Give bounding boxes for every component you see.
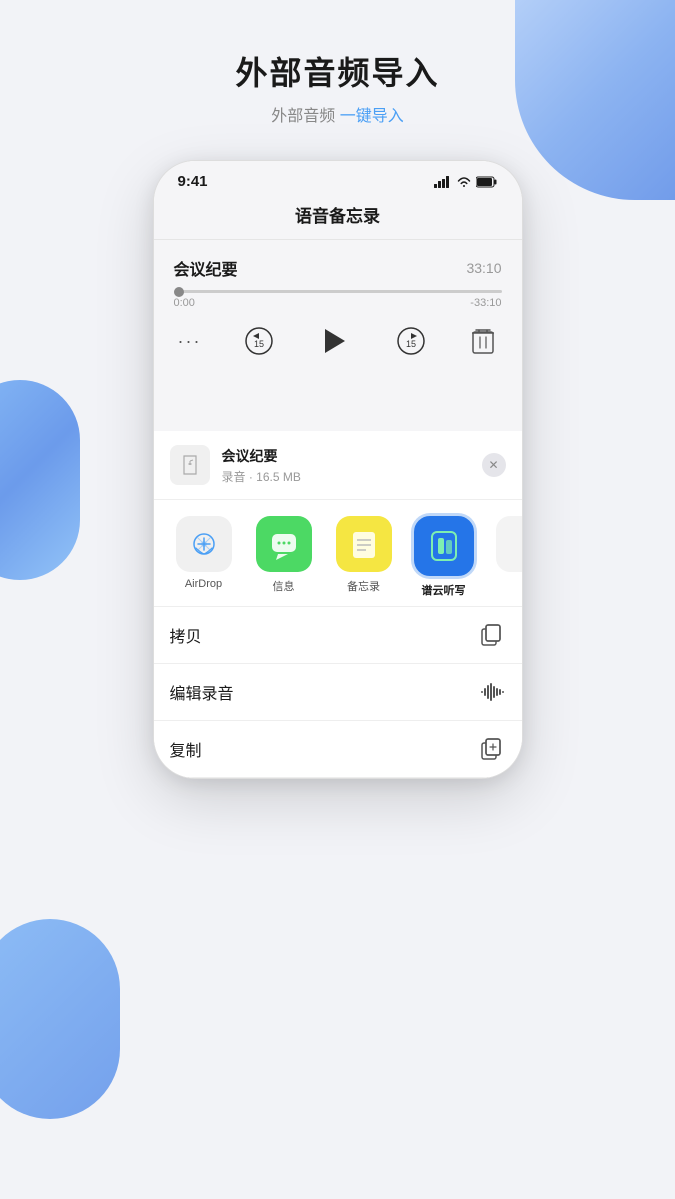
app-title: 语音备忘录 [154, 194, 522, 240]
rewind-icon: 15 [243, 325, 275, 357]
audio-file-icon [180, 454, 200, 476]
file-icon [170, 445, 210, 485]
recording-title-row: 会议纪要 33:10 [174, 256, 502, 280]
copy-icon [478, 621, 506, 649]
more-options-button[interactable]: ··· [178, 331, 202, 352]
status-icons [434, 176, 498, 188]
svg-text:15: 15 [406, 339, 416, 349]
file-meta: 录音 · 16.5 MB [222, 468, 482, 485]
waveform-icon [478, 678, 506, 706]
airdrop-icon [176, 516, 232, 572]
action-duplicate[interactable]: 复制 [154, 721, 522, 778]
wifi-icon [456, 176, 472, 188]
battery-icon [476, 176, 498, 188]
progress-labels: 0:00 -33:10 [174, 297, 502, 309]
status-bar: 9:41 [154, 161, 522, 194]
progress-container[interactable]: 0:00 -33:10 [174, 290, 502, 309]
play-button[interactable] [317, 323, 353, 359]
share-app-dictation[interactable]: 谱云听写 [404, 516, 484, 598]
progress-thumb [174, 287, 184, 297]
notes-icon [336, 516, 392, 572]
copy-svg [481, 624, 503, 646]
play-icon [323, 327, 347, 355]
more-app-icon [496, 516, 522, 572]
recording-title: 会议纪要 [174, 256, 238, 280]
duplicate-label: 复制 [170, 737, 202, 761]
page-header: 外部音频导入 外部音频 一键导入 [0, 0, 675, 146]
progress-start: 0:00 [174, 297, 195, 309]
recording-duration: 33:10 [466, 260, 501, 276]
progress-end: -33:10 [470, 297, 501, 309]
progress-track[interactable] [174, 290, 502, 293]
delete-button[interactable] [469, 327, 497, 355]
file-name: 会议纪要 [222, 446, 482, 466]
blob-left-mid [0, 380, 80, 580]
notes-label: 备忘录 [347, 578, 380, 594]
action-copy[interactable]: 拷贝 [154, 607, 522, 664]
forward-icon: 15 [395, 325, 427, 357]
messages-label: 信息 [273, 578, 295, 594]
page-title: 外部音频导入 [0, 48, 675, 94]
forward-button[interactable]: 15 [393, 323, 429, 359]
blob-bottom-left [0, 919, 120, 1119]
recording-controls: ··· 15 [174, 323, 502, 359]
share-sheet: 会议纪要 录音 · 16.5 MB ✕ [154, 431, 522, 778]
page-subtitle: 外部音频 一键导入 [0, 102, 675, 126]
phone-mockup: 9:41 [153, 160, 523, 779]
dictation-label: 谱云听写 [422, 582, 466, 598]
share-app-messages[interactable]: 信息 [244, 516, 324, 598]
signal-icon [434, 176, 452, 188]
close-button[interactable]: ✕ [482, 453, 506, 477]
recording-card: 会议纪要 33:10 0:00 -33:10 ··· [154, 240, 522, 371]
share-app-airdrop[interactable]: AirDrop [164, 516, 244, 598]
share-app-notes[interactable]: 备忘录 [324, 516, 404, 598]
notes-symbol [348, 528, 380, 560]
status-time: 9:41 [178, 173, 208, 190]
trash-icon [472, 328, 494, 354]
airdrop-symbol [188, 528, 220, 560]
share-apps-row: AirDrop 信息 [154, 500, 522, 607]
messages-icon [256, 516, 312, 572]
file-info-row: 会议纪要 录音 · 16.5 MB ✕ [154, 431, 522, 500]
waveform-svg [480, 681, 504, 703]
duplicate-icon [478, 735, 506, 763]
copy-label: 拷贝 [170, 623, 202, 647]
messages-symbol [268, 528, 300, 560]
file-info-text: 会议纪要 录音 · 16.5 MB [222, 446, 482, 485]
action-edit[interactable]: 编辑录音 [154, 664, 522, 721]
airdrop-label: AirDrop [185, 578, 222, 590]
dictation-symbol [426, 528, 462, 564]
rewind-button[interactable]: 15 [241, 323, 277, 359]
subtitle-prefix: 外部音频 [271, 108, 339, 125]
spacer [154, 371, 522, 431]
dictation-icon-wrapper [414, 516, 474, 576]
duplicate-svg [481, 738, 503, 760]
phone-screen: 9:41 [153, 160, 523, 779]
edit-label: 编辑录音 [170, 680, 234, 704]
share-app-more[interactable] [484, 516, 522, 598]
svg-text:15: 15 [254, 339, 264, 349]
subtitle-accent: 一键导入 [340, 108, 404, 125]
